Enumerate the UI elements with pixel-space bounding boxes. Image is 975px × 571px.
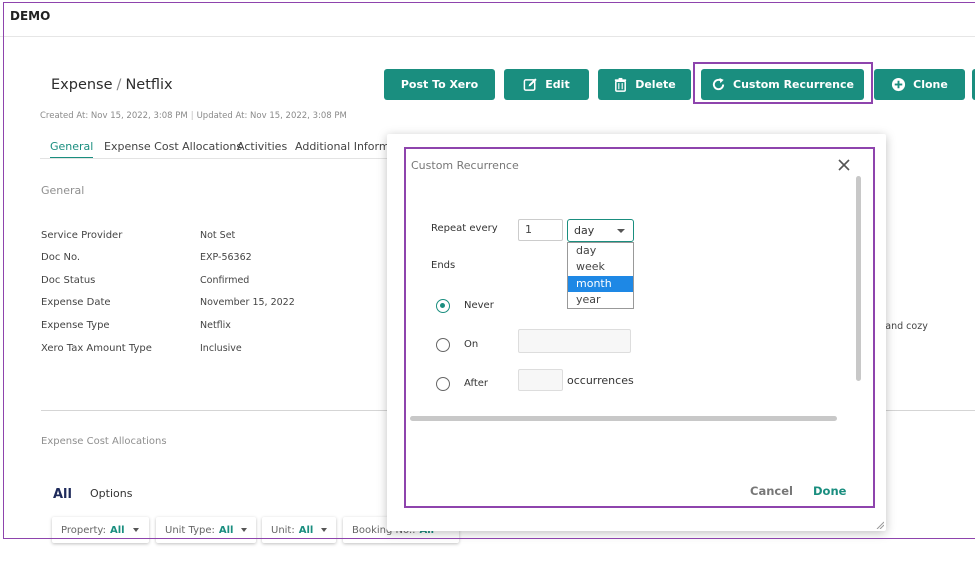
general-section-title: General (41, 184, 85, 197)
repeat-count-input[interactable]: 1 (518, 219, 563, 241)
allocations-section-title: Expense Cost Allocations (41, 436, 167, 447)
repeat-every-label: Repeat every (431, 223, 498, 234)
ends-on-label: On (464, 339, 479, 350)
refresh-icon (712, 77, 725, 91)
end-date-input[interactable] (518, 329, 631, 353)
edit-button[interactable]: Edit (504, 69, 589, 100)
done-button[interactable]: Done (813, 484, 846, 498)
field-value: November 15, 2022 (200, 297, 295, 308)
chevron-down-icon (617, 229, 625, 233)
created-at: Created At: Nov 15, 2022, 3:08 PM (40, 111, 188, 121)
resize-handle-icon[interactable] (876, 521, 884, 529)
modal-title: Custom Recurrence (411, 159, 519, 172)
field-value: EXP-56362 (200, 252, 252, 263)
field-label: Doc No. (41, 252, 81, 263)
ends-after-radio[interactable] (436, 377, 450, 391)
tab-all[interactable]: All (53, 487, 72, 502)
filter-label: Unit: (271, 524, 295, 536)
unit-type-filter[interactable]: Unit Type: All (156, 517, 256, 543)
close-icon[interactable] (836, 157, 852, 173)
plus-circle-icon (892, 77, 906, 92)
field-value: Confirmed (200, 275, 250, 286)
edit-label: Edit (545, 78, 570, 91)
field-label: Xero Tax Amount Type (41, 343, 152, 354)
clone-button[interactable]: Clone (874, 69, 965, 100)
trash-icon (615, 77, 627, 92)
filter-value: All (218, 524, 234, 536)
chevron-down-icon (132, 528, 139, 532)
delete-label: Delete (635, 78, 676, 91)
period-option-week[interactable]: week (568, 259, 633, 275)
tab-expense-cost-allocations[interactable]: Expense Cost Allocations (104, 140, 242, 157)
top-bar: DEMO (0, 0, 975, 37)
field-value: Netflix (200, 320, 231, 331)
clone-label: Clone (913, 78, 948, 91)
tabs-underline (40, 158, 388, 159)
period-option-year[interactable]: year (568, 292, 633, 308)
occurrences-label: occurrences (567, 374, 634, 387)
page-title: Expense / Netflix (51, 77, 173, 93)
ends-on-radio[interactable] (436, 338, 450, 352)
timestamps: Created At: Nov 15, 2022, 3:08 PM | Update… (40, 111, 347, 121)
tab-additional-information[interactable]: Additional Informat (295, 140, 401, 157)
brand-logo: DEMO (10, 9, 51, 23)
ends-label: Ends (431, 260, 456, 271)
period-option-day[interactable]: day (568, 243, 633, 259)
ends-never-radio[interactable] (436, 299, 450, 313)
field-label: Service Provider (41, 230, 123, 241)
period-select[interactable]: day (567, 219, 634, 242)
filter-value: All (109, 524, 125, 536)
tab-activities[interactable]: Activities (237, 140, 287, 157)
post-to-xero-label: Post To Xero (400, 78, 479, 91)
period-selected-value: day (574, 224, 595, 237)
horizontal-scrollbar[interactable] (410, 416, 837, 421)
field-value: Inclusive (200, 343, 242, 354)
title-separator: / (116, 77, 122, 93)
chevron-down-icon (241, 528, 248, 532)
field-label: Expense Type (41, 320, 110, 331)
app-root: DEMO Expense / Netflix Created At: Nov 15,… (0, 0, 975, 571)
property-filter[interactable]: Property: All (52, 517, 149, 543)
filter-label: Unit Type: (165, 524, 215, 536)
occurrences-input[interactable] (518, 369, 563, 391)
tab-general[interactable]: General (50, 140, 94, 159)
cancel-button[interactable]: Cancel (750, 484, 793, 498)
ends-after-label: After (464, 378, 489, 389)
updated-at: Updated At: Nov 15, 2022, 3:08 PM (196, 111, 347, 121)
page-title-main: Expense (51, 77, 113, 93)
ends-never-label: Never (464, 300, 494, 311)
tab-options[interactable]: Options (90, 487, 132, 500)
post-to-xero-button[interactable]: Post To Xero (384, 69, 495, 100)
field-label: Doc Status (41, 275, 96, 286)
field-label: Expense Date (41, 297, 111, 308)
custom-recurrence-label: Custom Recurrence (733, 78, 854, 91)
custom-recurrence-modal (387, 134, 886, 531)
filter-label: Property: (61, 524, 106, 536)
period-dropdown: day week month year (567, 242, 634, 309)
edit-icon (523, 78, 537, 91)
chevron-down-icon (321, 528, 328, 532)
page-title-sub: Netflix (125, 77, 173, 93)
custom-recurrence-button[interactable]: Custom Recurrence (701, 69, 864, 100)
filter-value: All (298, 524, 314, 536)
delete-button[interactable]: Delete (598, 69, 691, 100)
unit-filter[interactable]: Unit: All (262, 517, 336, 543)
vertical-scrollbar[interactable] (856, 176, 861, 381)
period-option-month[interactable]: month (568, 275, 633, 292)
field-value: Not Set (200, 230, 236, 241)
